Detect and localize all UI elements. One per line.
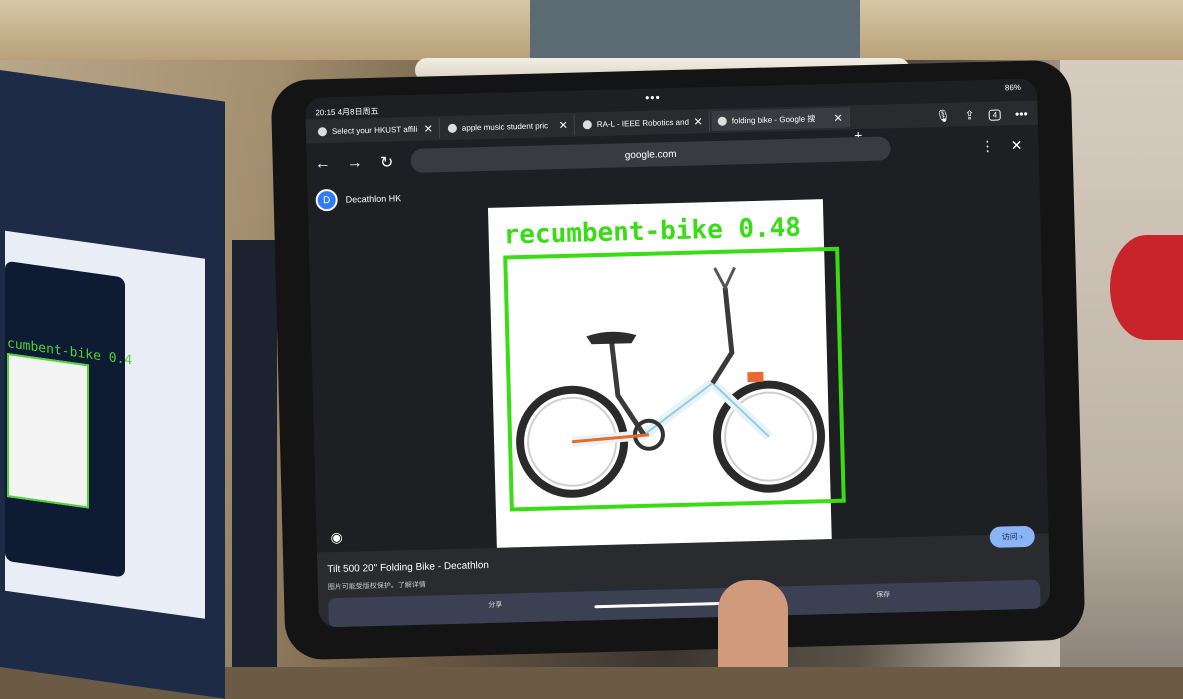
tab-title: folding bike - Google 搜: [731, 113, 816, 126]
tab-favicon-icon: [317, 126, 328, 136]
close-icon[interactable]: ✕: [423, 122, 433, 135]
browser-toolbar: 🎙 ⇪ 4 •••: [935, 103, 1028, 127]
tab-ra-l[interactable]: RA-L - IEEE Robotics and ✕: [576, 111, 711, 135]
save-button[interactable]: 保存: [876, 590, 890, 600]
share-icon[interactable]: ⇪: [964, 108, 974, 122]
close-icon[interactable]: ✕: [1011, 137, 1023, 154]
decathlon-logo-icon: D: [315, 188, 338, 212]
tab-apple-music[interactable]: apple music student pric ✕: [441, 114, 576, 139]
background-monitor-2: [232, 240, 277, 667]
tab-favicon-icon: [717, 116, 727, 126]
arrow-right-icon[interactable]: →: [339, 154, 371, 173]
close-icon[interactable]: ✕: [558, 118, 568, 131]
share-button[interactable]: 分享: [488, 600, 502, 610]
caption-subtitle[interactable]: 图片可能受版权保护。了解详情: [328, 580, 426, 593]
bottom-action-bar: 分享 保存: [328, 579, 1041, 628]
site-name[interactable]: Decathlon HK: [346, 193, 402, 204]
tablet: 20:15 4月8日周五 ••• 86% Select your HKUST a…: [270, 59, 1086, 661]
address-bar[interactable]: google.com: [410, 136, 891, 173]
multitask-dots-icon[interactable]: •••: [645, 90, 661, 104]
red-object: [1110, 235, 1183, 340]
microphone-icon[interactable]: 🎙: [935, 109, 951, 123]
tab-count-button[interactable]: 4: [988, 108, 1002, 121]
tab-title: Select your HKUST affili: [331, 124, 418, 136]
status-time: 20:15 4月8日周五: [315, 106, 379, 118]
arrow-left-icon[interactable]: ←: [307, 155, 339, 174]
tab-favicon-icon: [582, 119, 592, 129]
image-caption-panel: 访问 › Tilt 500 20" Folding Bike - Decathl…: [316, 525, 1051, 628]
visit-button[interactable]: 访问 ›: [989, 525, 1036, 548]
caption-title[interactable]: Tilt 500 20" Folding Bike - Decathlon: [327, 560, 489, 575]
detection-bounding-box: [503, 246, 846, 512]
close-icon[interactable]: ✕: [833, 111, 843, 124]
battery-level: 86%: [1004, 82, 1022, 93]
more-vertical-icon[interactable]: ⋮: [980, 138, 994, 155]
finger: [718, 580, 788, 667]
monitor-detection-box: [7, 352, 89, 509]
close-icon[interactable]: ✕: [693, 115, 703, 128]
tab-favicon-icon: [447, 123, 457, 133]
tab-hkust[interactable]: Select your HKUST affili ✕: [311, 118, 441, 142]
monitor-phone-image: cumbent-bike 0.4: [5, 260, 132, 578]
tab-folding-bike[interactable]: folding bike - Google 搜 ✕: [711, 107, 850, 132]
tab-title: apple music student pric: [461, 120, 549, 133]
monitor-window: cumbent-bike 0.4: [5, 230, 205, 619]
reload-icon[interactable]: ↻: [370, 152, 403, 173]
more-icon[interactable]: •••: [1015, 107, 1028, 121]
tablet-screen: 20:15 4月8日周五 ••• 86% Select your HKUST a…: [305, 78, 1051, 628]
tab-title: RA-L - IEEE Robotics and: [596, 117, 690, 129]
background-window: [530, 0, 860, 58]
background-monitor: cumbent-bike 0.4: [0, 70, 225, 699]
lens-icon[interactable]: ◉: [330, 529, 343, 546]
